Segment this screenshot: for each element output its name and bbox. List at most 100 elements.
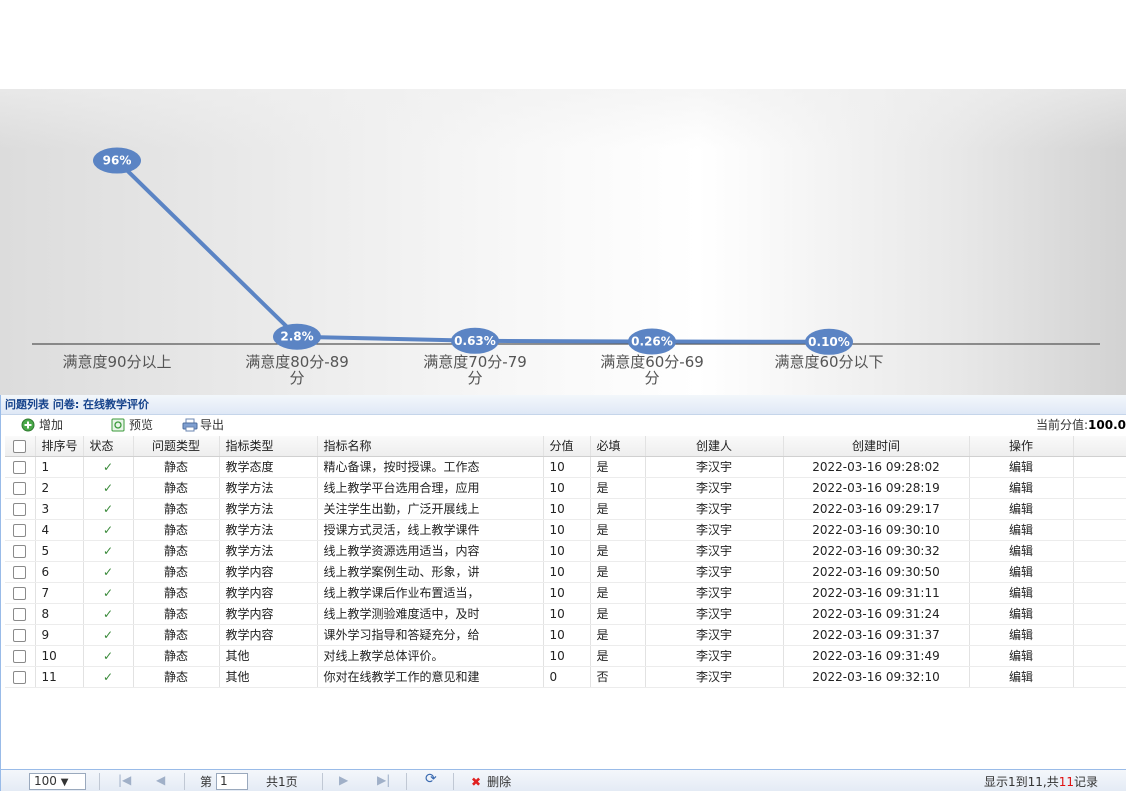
row-checkbox[interactable]: [5, 561, 36, 583]
data-label: 2.8%: [280, 330, 313, 344]
edit-link[interactable]: 编辑: [969, 519, 1074, 541]
col-status[interactable]: 状态: [83, 436, 134, 457]
cell-score: 10: [543, 561, 591, 583]
col-order[interactable]: 排序号: [35, 436, 84, 457]
delete-button[interactable]: ✖ 删除: [471, 773, 511, 790]
col-created-time[interactable]: 创建时间: [783, 436, 970, 457]
col-question-type[interactable]: 问题类型: [133, 436, 220, 457]
cell-status: ✓: [83, 456, 134, 478]
divider: [184, 773, 185, 790]
row-checkbox[interactable]: [5, 477, 36, 499]
cell-status: ✓: [83, 477, 134, 499]
row-checkbox[interactable]: [5, 666, 36, 688]
col-indicator-name[interactable]: 指标名称: [317, 436, 544, 457]
edit-link[interactable]: 编辑: [969, 498, 1074, 520]
cell-indicator-name: 线上教学课后作业布置适当，: [317, 582, 544, 604]
cell-filler: [1073, 519, 1126, 541]
next-page-icon[interactable]: ▶: [339, 773, 348, 787]
refresh-icon[interactable]: ⟳: [425, 771, 437, 787]
table-row[interactable]: 1 ✓ 静态 教学态度 精心备课，按时授课。工作态 10 是李汉宇 2022-03-16 09…: [5, 456, 1126, 478]
col-required[interactable]: 必填: [590, 436, 646, 457]
cell-required: 是: [590, 456, 646, 478]
data-label: 0.10%: [808, 335, 850, 349]
col-indicator-type[interactable]: 指标类型: [219, 436, 318, 457]
x-tick-label: 满意度80分-89 分: [245, 353, 349, 387]
col-score[interactable]: 分值: [543, 436, 591, 457]
row-checkbox[interactable]: [5, 603, 36, 625]
row-checkbox[interactable]: [5, 624, 36, 646]
export-button[interactable]: 导出: [182, 415, 224, 435]
edit-link[interactable]: 编辑: [969, 582, 1074, 604]
col-creator[interactable]: 创建人: [645, 436, 784, 457]
cell-question-type: 静态: [133, 624, 220, 646]
record-count: 11: [1058, 774, 1075, 789]
cell-creator: 李汉宇: [645, 666, 784, 688]
row-checkbox[interactable]: [5, 645, 36, 667]
edit-link[interactable]: 编辑: [969, 540, 1074, 562]
select-all-checkbox[interactable]: [5, 436, 36, 457]
x-tick-label: 满意度90分以上: [62, 353, 171, 371]
cell-indicator-name: 线上教学资源选用适当，内容: [317, 540, 544, 562]
edit-link[interactable]: 编辑: [969, 456, 1074, 478]
cell-required: 否: [590, 666, 646, 688]
edit-link[interactable]: 编辑: [969, 624, 1074, 646]
table-row[interactable]: 6 ✓ 静态 教学内容 线上教学案例生动、形象，讲 10 是李汉宇 2022-03-16 09…: [5, 561, 1126, 583]
cell-filler: [1073, 624, 1126, 646]
cell-indicator-type: 教学方法: [219, 498, 318, 520]
cell-indicator-name: 关注学生出勤，广泛开展线上: [317, 498, 544, 520]
printer-icon: [182, 418, 198, 432]
table-row[interactable]: 5 ✓ 静态 教学方法 线上教学资源选用适当，内容 10 是李汉宇 2022-03-16 09…: [5, 540, 1126, 562]
cell-order: 8: [35, 603, 84, 625]
prev-page-icon[interactable]: ◀: [156, 773, 165, 787]
table-row[interactable]: 10 ✓ 静态 其他 对线上教学总体评价。 10 是李汉宇 2022-03-16 09:31:…: [5, 645, 1126, 667]
cell-order: 6: [35, 561, 84, 583]
cell-indicator-type: 其他: [219, 645, 318, 667]
edit-link[interactable]: 编辑: [969, 561, 1074, 583]
last-page-icon[interactable]: ▶|: [377, 773, 390, 787]
cell-order: 10: [35, 645, 84, 667]
toolbar: 增加 预览 导出 当前分值:100.0: [1, 415, 1126, 435]
divider: [406, 773, 407, 790]
row-checkbox[interactable]: [5, 540, 36, 562]
col-operation[interactable]: 操作: [969, 436, 1074, 457]
cell-required: 是: [590, 477, 646, 499]
table-row[interactable]: 4 ✓ 静态 教学方法 授课方式灵活，线上教学课件 10 是李汉宇 2022-03-16 09…: [5, 519, 1126, 541]
cell-creator: 李汉宇: [645, 498, 784, 520]
cell-creator: 李汉宇: [645, 561, 784, 583]
edit-link[interactable]: 编辑: [969, 666, 1074, 688]
table-row[interactable]: 7 ✓ 静态 教学内容 线上教学课后作业布置适当， 10 是李汉宇 2022-03-16 09…: [5, 582, 1126, 604]
series-line: [115, 159, 830, 344]
table-row[interactable]: 3 ✓ 静态 教学方法 关注学生出勤，广泛开展线上 10 是李汉宇 2022-03-16 09…: [5, 498, 1126, 520]
cell-score: 10: [543, 477, 591, 499]
page-size-select[interactable]: 100 ▼: [29, 773, 86, 790]
preview-button[interactable]: 预览: [111, 415, 153, 435]
edit-link[interactable]: 编辑: [969, 477, 1074, 499]
first-page-icon[interactable]: |◀: [118, 773, 131, 787]
table-row[interactable]: 11 ✓ 静态 其他 你对在线教学工作的意见和建 0 否李汉宇 2022-03-16 09:3…: [5, 666, 1126, 688]
cell-created-time: 2022-03-16 09:28:19: [783, 477, 970, 499]
x-tick-label: 满意度60分-69 分: [600, 353, 704, 387]
add-button[interactable]: 增加: [21, 415, 63, 435]
row-checkbox[interactable]: [5, 456, 36, 478]
cell-status: ✓: [83, 603, 134, 625]
table-row[interactable]: 2 ✓ 静态 教学方法 线上教学平台选用合理，应用 10 是李汉宇 2022-03-16 09…: [5, 477, 1126, 499]
edit-link[interactable]: 编辑: [969, 603, 1074, 625]
cell-creator: 李汉宇: [645, 645, 784, 667]
cell-order: 5: [35, 540, 84, 562]
cell-filler: [1073, 456, 1126, 478]
cell-required: 是: [590, 624, 646, 646]
cell-indicator-name: 你对在线教学工作的意见和建: [317, 666, 544, 688]
table-row[interactable]: 8 ✓ 静态 教学内容 线上教学测验难度适中，及时 10 是李汉宇 2022-03-16 09…: [5, 603, 1126, 625]
cell-score: 10: [543, 624, 591, 646]
page-number-input[interactable]: 1: [216, 773, 249, 790]
row-checkbox[interactable]: [5, 498, 36, 520]
paging-info-prefix: 显示1到11,共: [984, 775, 1059, 789]
chevron-down-icon: ▼: [60, 777, 69, 788]
table-row[interactable]: 9 ✓ 静态 教学内容 课外学习指导和答疑充分，给 10 是李汉宇 2022-03-16 09…: [5, 624, 1126, 646]
edit-link[interactable]: 编辑: [969, 645, 1074, 667]
row-checkbox[interactable]: [5, 582, 36, 604]
cell-indicator-type: 教学内容: [219, 582, 318, 604]
cell-creator: 李汉宇: [645, 477, 784, 499]
cell-filler: [1073, 582, 1126, 604]
row-checkbox[interactable]: [5, 519, 36, 541]
